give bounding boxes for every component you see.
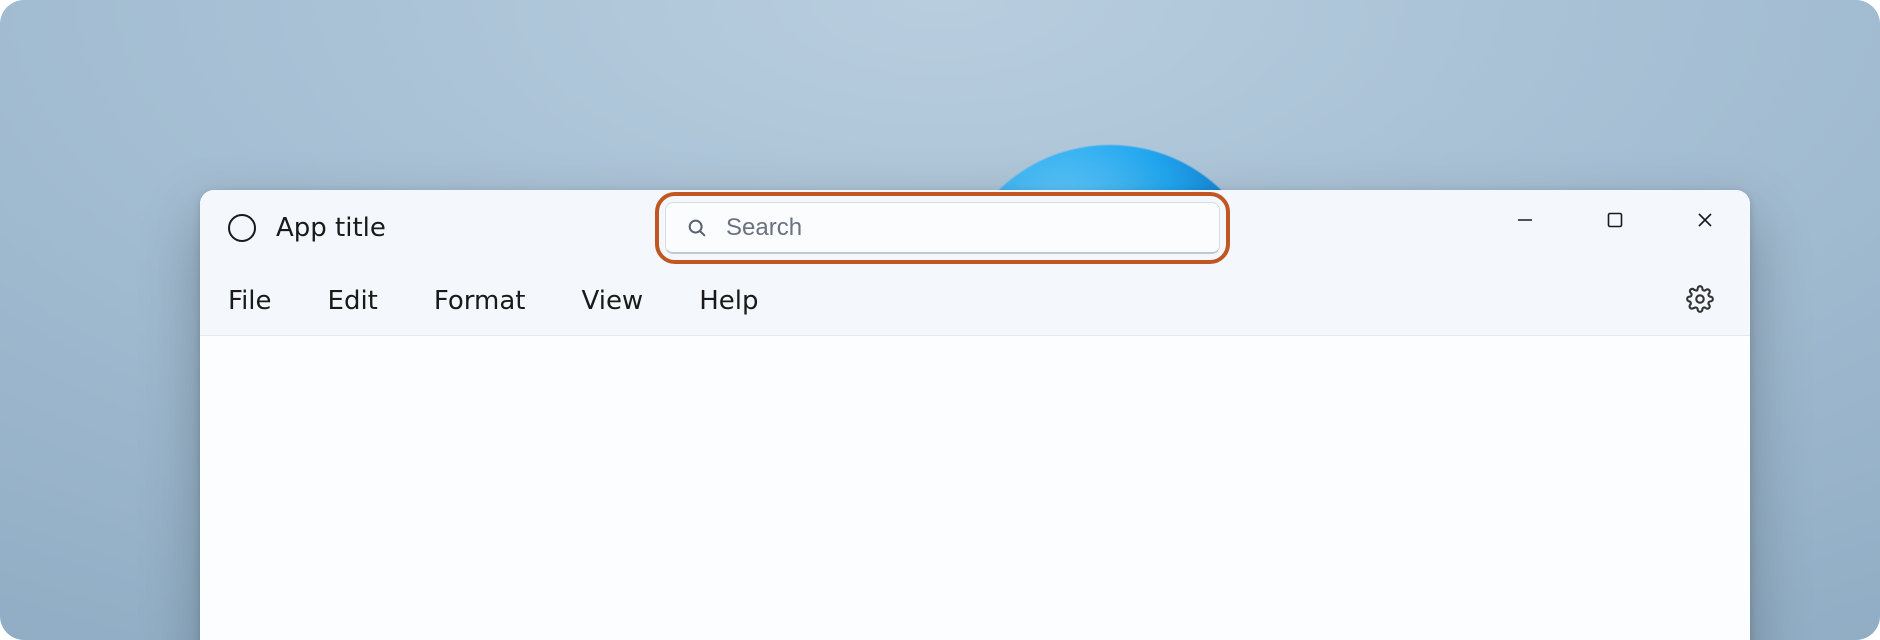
titlebar[interactable]: App title bbox=[200, 190, 1750, 266]
menu-item-help[interactable]: Help bbox=[699, 286, 758, 316]
gear-icon bbox=[1686, 285, 1714, 313]
menu-item-edit[interactable]: Edit bbox=[328, 286, 378, 316]
app-title: App title bbox=[276, 213, 386, 243]
search-box[interactable] bbox=[665, 202, 1220, 254]
menubar: File Edit Format View Help bbox=[200, 266, 1750, 336]
app-identity: App title bbox=[228, 213, 386, 243]
maximize-icon bbox=[1605, 210, 1625, 230]
settings-button[interactable] bbox=[1686, 285, 1714, 317]
desktop-background: App title bbox=[0, 0, 1880, 640]
search-highlight-callout bbox=[655, 192, 1230, 264]
search-input[interactable] bbox=[726, 214, 1199, 242]
minimize-button[interactable] bbox=[1480, 190, 1570, 250]
menu-item-file[interactable]: File bbox=[228, 286, 272, 316]
content-area bbox=[200, 336, 1750, 640]
close-button[interactable] bbox=[1660, 190, 1750, 250]
search-icon bbox=[686, 217, 708, 239]
menu-item-view[interactable]: View bbox=[582, 286, 644, 316]
close-icon bbox=[1695, 210, 1715, 230]
minimize-icon bbox=[1515, 210, 1535, 230]
caption-controls bbox=[1480, 190, 1750, 250]
app-icon bbox=[228, 214, 256, 242]
menu-item-format[interactable]: Format bbox=[434, 286, 526, 316]
maximize-button[interactable] bbox=[1570, 190, 1660, 250]
app-window: App title bbox=[200, 190, 1750, 640]
